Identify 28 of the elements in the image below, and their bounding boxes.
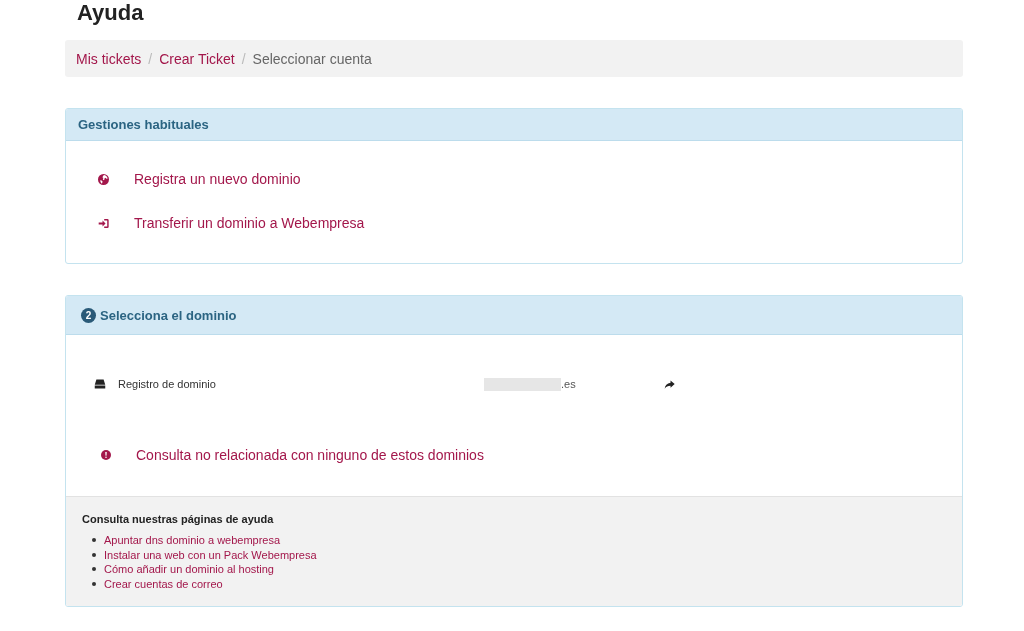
bullet-icon (92, 567, 96, 572)
hard-drive-icon (94, 379, 106, 389)
bullet-icon (92, 538, 96, 543)
account-type-link[interactable]: Registro de dominio (118, 378, 216, 390)
help-link[interactable]: Cómo añadir un dominio al hosting (104, 562, 274, 577)
exclamation-icon (101, 450, 111, 460)
breadcrumb-separator: / (148, 50, 153, 67)
help-link[interactable]: Instalar una web con un Pack Webempresa (104, 547, 317, 562)
help-link[interactable]: Apuntar dns dominio a webempresa (104, 533, 281, 548)
task-link[interactable]: Registra un nuevo dominio (98, 169, 301, 189)
breadcrumb-link[interactable]: Mis tickets (76, 50, 142, 67)
panel-title: Selecciona el dominio (100, 307, 237, 323)
breadcrumb-current: Seleccionar cuenta (252, 50, 372, 67)
panel-title: Gestiones habituales (78, 117, 209, 132)
sign-in-icon (98, 217, 109, 229)
unrelated-query-link[interactable]: Consulta no relacionada con ninguno de estos dominios (100, 445, 484, 465)
help-link[interactable]: Crear cuentas de correo (104, 576, 223, 591)
breadcrumb-separator: / (241, 50, 246, 67)
curved-arrow-icon[interactable] (664, 379, 675, 389)
globe-icon (98, 173, 109, 185)
bullet-icon (92, 552, 96, 557)
bullet-icon (92, 581, 96, 586)
step-badge: 2 (81, 307, 96, 323)
task-link[interactable]: Transferir un dominio a Webempresa (98, 213, 365, 233)
help-title: Consulta nuestras páginas de ayuda (82, 512, 275, 527)
page-title: Ayuda (77, 0, 144, 26)
breadcrumb-link[interactable]: Crear Ticket (159, 50, 235, 67)
domain-name: .es (561, 378, 576, 390)
